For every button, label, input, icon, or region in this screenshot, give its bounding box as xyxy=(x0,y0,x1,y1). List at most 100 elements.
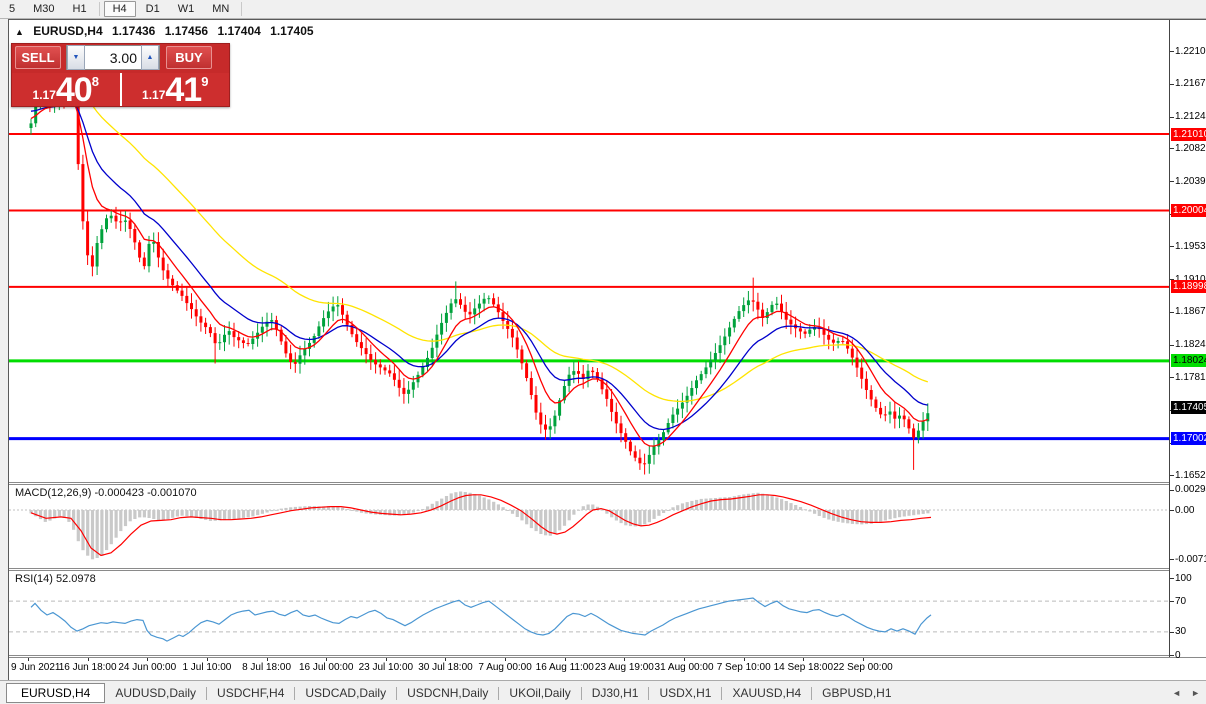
rsi-label: RSI(14) 52.0978 xyxy=(15,573,96,585)
chart-window: ▲ EURUSD,H4 1.17436 1.17456 1.17404 1.17… xyxy=(8,19,1206,680)
axis-tick-mark xyxy=(1170,655,1174,656)
sell-price-prefix: 1.17 xyxy=(33,88,56,102)
axis-tick-mark xyxy=(1170,490,1174,491)
price-tick-label: 1.22100 xyxy=(1175,46,1206,57)
time-axis-label: 31 Aug 00:00 xyxy=(655,662,714,673)
timeframe-toolbar: 5M30H1 H4D1W1MN xyxy=(0,0,1206,19)
axis-tick-mark xyxy=(1170,578,1174,579)
chart-tab-usdchf[interactable]: USDCHF,H4 xyxy=(207,684,294,702)
buy-price-pip: 9 xyxy=(201,74,208,89)
axis-tick-mark xyxy=(1170,345,1174,346)
price-tick-label: 1.18670 xyxy=(1175,306,1206,317)
buy-price-display[interactable]: 1.17 41 9 xyxy=(122,73,230,106)
volume-decrease-button[interactable]: ▼ xyxy=(67,45,85,70)
timeframe-button-m30[interactable]: M30 xyxy=(25,1,62,17)
price-level-label: 1.18024 xyxy=(1171,354,1206,367)
time-axis-label: 16 Jun 18:00 xyxy=(59,662,117,673)
toolbar-separator xyxy=(241,2,242,16)
price-tick-label: 1.20820 xyxy=(1175,143,1206,154)
symbol-tab-bar: EURUSD,H4AUDUSD,DailyUSDCHF,H4USDCAD,Dai… xyxy=(0,680,1206,704)
buy-button[interactable]: BUY xyxy=(166,46,212,69)
price-tick-label: 1.21670 xyxy=(1175,78,1206,89)
chart-tab-eurusd[interactable]: EURUSD,H4 xyxy=(6,683,105,703)
pane-separator[interactable] xyxy=(9,568,1206,571)
time-axis: 9 Jun 202116 Jun 18:0024 Jun 00:001 Jul … xyxy=(9,657,1206,679)
chart-tab-gbpusd[interactable]: GBPUSD,H1 xyxy=(812,684,901,702)
sell-price-display[interactable]: 1.17 40 8 xyxy=(12,73,120,106)
axis-tick-mark xyxy=(1170,312,1174,313)
axis-tick-mark xyxy=(1170,246,1174,247)
axis-tick-mark xyxy=(1170,181,1174,182)
chart-tab-usdcnh[interactable]: USDCNH,Daily xyxy=(397,684,498,702)
collapse-panel-icon[interactable]: ▲ xyxy=(15,27,24,37)
price-tick-label: 1.20390 xyxy=(1175,176,1206,187)
time-axis-label: 14 Sep 18:00 xyxy=(774,662,834,673)
time-axis-label: 9 Jun 2021 xyxy=(11,662,61,673)
timeframe-button-mn[interactable]: MN xyxy=(204,1,237,17)
buy-price-prefix: 1.17 xyxy=(142,88,165,102)
price-tick-label: 1.21240 xyxy=(1175,111,1206,122)
chart-tab-audusd[interactable]: AUDUSD,Daily xyxy=(105,684,206,702)
macd-label: MACD(12,26,9) -0.000423 -0.001070 xyxy=(15,487,197,499)
timeframe-button-d1[interactable]: D1 xyxy=(138,1,168,17)
toolbar-separator xyxy=(99,2,100,16)
time-axis-label: 7 Aug 00:00 xyxy=(478,662,531,673)
price-tick-label: 1.19530 xyxy=(1175,241,1206,252)
buy-price-big: 41 xyxy=(165,75,201,105)
chart-tab-ukoil[interactable]: UKOil,Daily xyxy=(499,684,580,702)
volume-increase-button[interactable]: ▲ xyxy=(141,45,159,70)
sell-button[interactable]: SELL xyxy=(15,46,61,69)
chart-tab-usdcad[interactable]: USDCAD,Daily xyxy=(295,684,396,702)
price-level-label: 1.21010 xyxy=(1171,128,1206,141)
chart-tab-dj30[interactable]: DJ30,H1 xyxy=(582,684,649,702)
axis-tick-mark xyxy=(1170,51,1174,52)
chart-tab-usdx[interactable]: USDX,H1 xyxy=(649,684,721,702)
time-axis-label: 7 Sep 10:00 xyxy=(717,662,771,673)
rsi-pane[interactable]: RSI(14) 52.0978 xyxy=(9,571,1169,655)
sell-price-pip: 8 xyxy=(92,74,99,89)
axis-tick-mark xyxy=(1170,601,1174,602)
price-tick-label: 1.17810 xyxy=(1175,372,1206,383)
axis-tick-mark xyxy=(1170,377,1174,378)
timeframe-button-h1[interactable]: H1 xyxy=(65,1,95,17)
one-click-trading-panel: SELL ▼ ▲ BUY 1.17 40 8 1.17 41 9 xyxy=(11,43,230,107)
time-axis-label: 23 Jul 10:00 xyxy=(359,662,414,673)
axis-tick-mark xyxy=(1170,117,1174,118)
chart-tab-xauusd[interactable]: XAUUSD,H4 xyxy=(722,684,811,702)
macd-pane[interactable]: MACD(12,26,9) -0.000423 -0.001070 xyxy=(9,485,1169,568)
sell-price-big: 40 xyxy=(56,75,92,105)
ohlc-high: 1.17456 xyxy=(165,24,208,38)
timeframe-button-w1[interactable]: W1 xyxy=(170,1,203,17)
macd-scale-label: -0.00715 xyxy=(1175,554,1206,565)
rsi-scale-label: 100 xyxy=(1175,573,1192,584)
price-tick-label: 1.16520 xyxy=(1175,470,1206,481)
price-level-label: 1.20004 xyxy=(1171,204,1206,217)
time-axis-label: 1 Jul 10:00 xyxy=(182,662,231,673)
axis-tick-mark xyxy=(1170,148,1174,149)
time-axis-label: 30 Jul 18:00 xyxy=(418,662,473,673)
rsi-scale-label: 0 xyxy=(1175,650,1181,661)
timeframe-button-5[interactable]: 5 xyxy=(1,1,23,17)
time-axis-label: 23 Aug 19:00 xyxy=(595,662,654,673)
pane-separator[interactable] xyxy=(9,482,1206,485)
price-level-label: 1.18998 xyxy=(1171,280,1206,293)
axis-tick-mark xyxy=(1170,475,1174,476)
tab-scroll-left-icon[interactable]: ◄ xyxy=(1172,688,1181,698)
price-level-label: 1.17002 xyxy=(1171,432,1206,445)
tab-scroll-right-icon[interactable]: ► xyxy=(1191,688,1200,698)
volume-control: ▼ ▲ xyxy=(66,45,160,70)
symbol-label: EURUSD,H4 xyxy=(33,24,102,38)
price-level-label: 1.17405 xyxy=(1171,401,1206,414)
axis-tick-mark xyxy=(1170,510,1174,511)
time-axis-label: 16 Jul 00:00 xyxy=(299,662,354,673)
tab-navigation: ◄ ► xyxy=(1172,688,1200,698)
price-tick-label: 1.18240 xyxy=(1175,339,1206,350)
volume-input[interactable] xyxy=(85,46,141,69)
macd-scale-label: 0.002947 xyxy=(1175,484,1206,495)
timeframe-button-h4[interactable]: H4 xyxy=(104,1,136,17)
rsi-scale-label: 30 xyxy=(1175,626,1186,637)
ohlc-close: 1.17405 xyxy=(270,24,313,38)
time-axis-label: 22 Sep 00:00 xyxy=(833,662,893,673)
time-axis-label: 8 Jul 18:00 xyxy=(242,662,291,673)
price-axis: 1.221001.216701.212401.208201.203901.199… xyxy=(1169,20,1206,657)
